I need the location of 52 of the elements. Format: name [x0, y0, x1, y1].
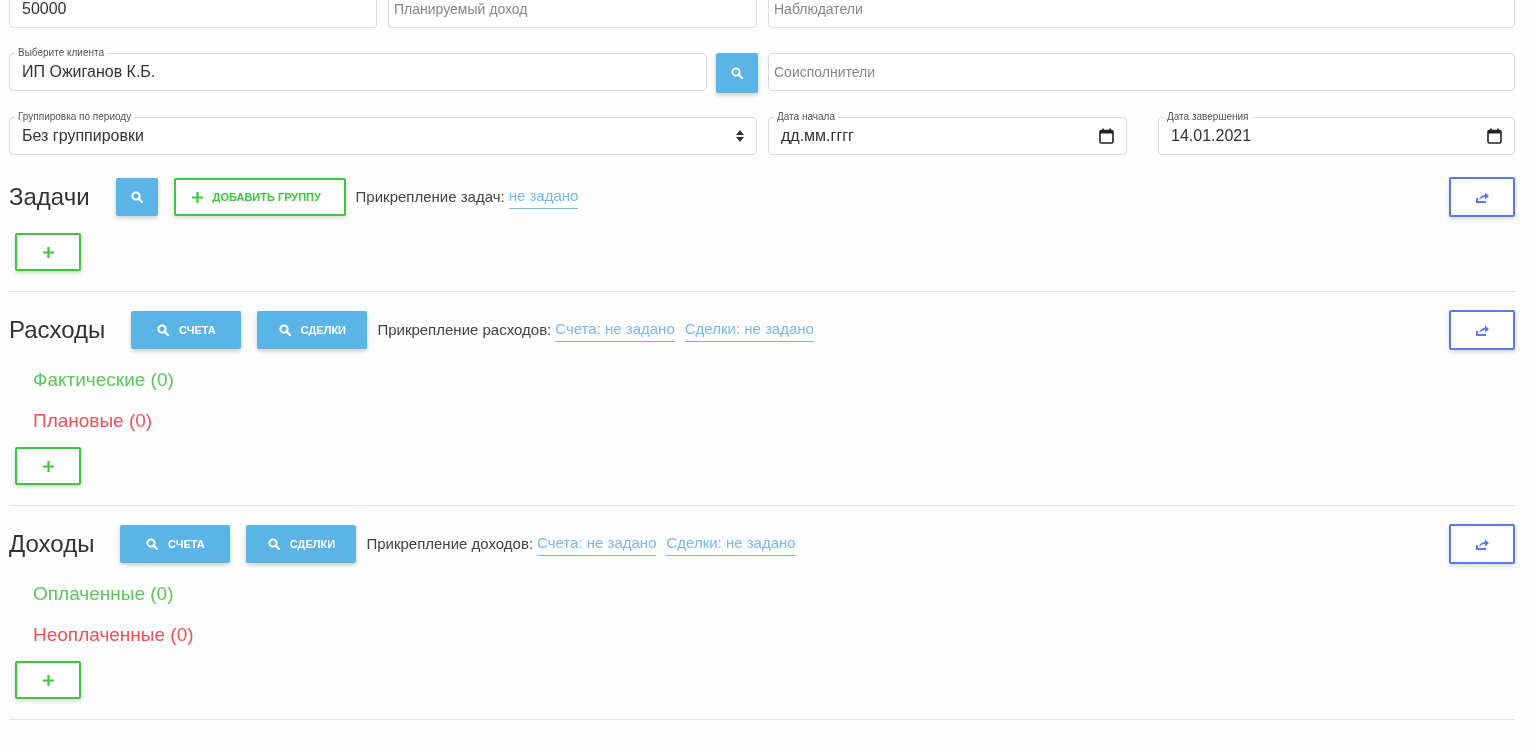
field-label: Группировка по периоду [15, 110, 135, 124]
share-icon [1475, 324, 1489, 336]
field-label: Выберите клиента [15, 46, 107, 60]
search-icon [146, 538, 159, 550]
plus-icon [42, 460, 54, 472]
section-title: Доходы [9, 530, 95, 558]
group-label: Оплаченные (0) [33, 582, 175, 606]
amount-field[interactable]: 50000 [9, 0, 377, 28]
attach-link[interactable]: Сделки: не задано [684, 318, 814, 342]
search-button[interactable]: СЧЕТА [131, 311, 242, 349]
share-icon [1475, 538, 1489, 550]
co-executors-field[interactable]: Соисполнители [768, 53, 1515, 91]
observers-field[interactable]: Наблюдатели [768, 0, 1515, 28]
add-button[interactable] [15, 233, 81, 271]
field-label: Дата завершения [1164, 110, 1252, 124]
attach-label: Прикрепление расходов: [377, 319, 552, 340]
search-button[interactable] [716, 53, 758, 93]
section-title: Задачи [9, 183, 90, 211]
search-icon [278, 324, 291, 336]
search-icon [157, 324, 169, 336]
share-icon [1475, 191, 1489, 203]
section-title: Расходы [9, 316, 106, 344]
search-button[interactable] [115, 178, 158, 216]
calendar-icon [1487, 128, 1502, 144]
group-label: Плановые (0) [33, 408, 154, 433]
search-button[interactable]: СЧЕТА [120, 525, 231, 563]
export-button[interactable] [1449, 310, 1515, 350]
attach-label: Прикрепление доходов: [366, 533, 534, 554]
search-icon [267, 538, 280, 550]
search-button[interactable]: СДЕЛКИ [246, 525, 357, 563]
group-label: Неоплаченные (0) [33, 622, 195, 647]
attach-label: Прикрепление задач: [355, 186, 505, 207]
group-label: Фактические (0) [33, 368, 175, 392]
add-button[interactable] [15, 661, 81, 699]
attach-link[interactable]: Счета: не задано [537, 532, 657, 556]
add-button[interactable] [15, 447, 81, 485]
search-button[interactable]: СДЕЛКИ [257, 311, 368, 349]
search-icon [130, 191, 143, 203]
attach-link[interactable]: Счета: не задано [555, 318, 675, 342]
export-button[interactable] [1449, 524, 1515, 564]
add-group-button[interactable]: ДОБАВИТЬ ГРУППУ [173, 178, 346, 216]
attach-link[interactable]: Сделки: не задано [666, 532, 796, 556]
export-button[interactable] [1449, 177, 1515, 217]
plus-icon [42, 674, 54, 686]
sort-arrows-icon [736, 130, 744, 142]
search-icon [731, 67, 743, 79]
calendar-icon [1099, 128, 1114, 144]
field-label: Дата начала [774, 110, 838, 124]
attach-link[interactable]: не задано [508, 185, 579, 209]
plus-icon [42, 246, 54, 258]
plus-icon [191, 191, 203, 203]
planned-income-field[interactable]: Планируемый доход [388, 0, 757, 28]
